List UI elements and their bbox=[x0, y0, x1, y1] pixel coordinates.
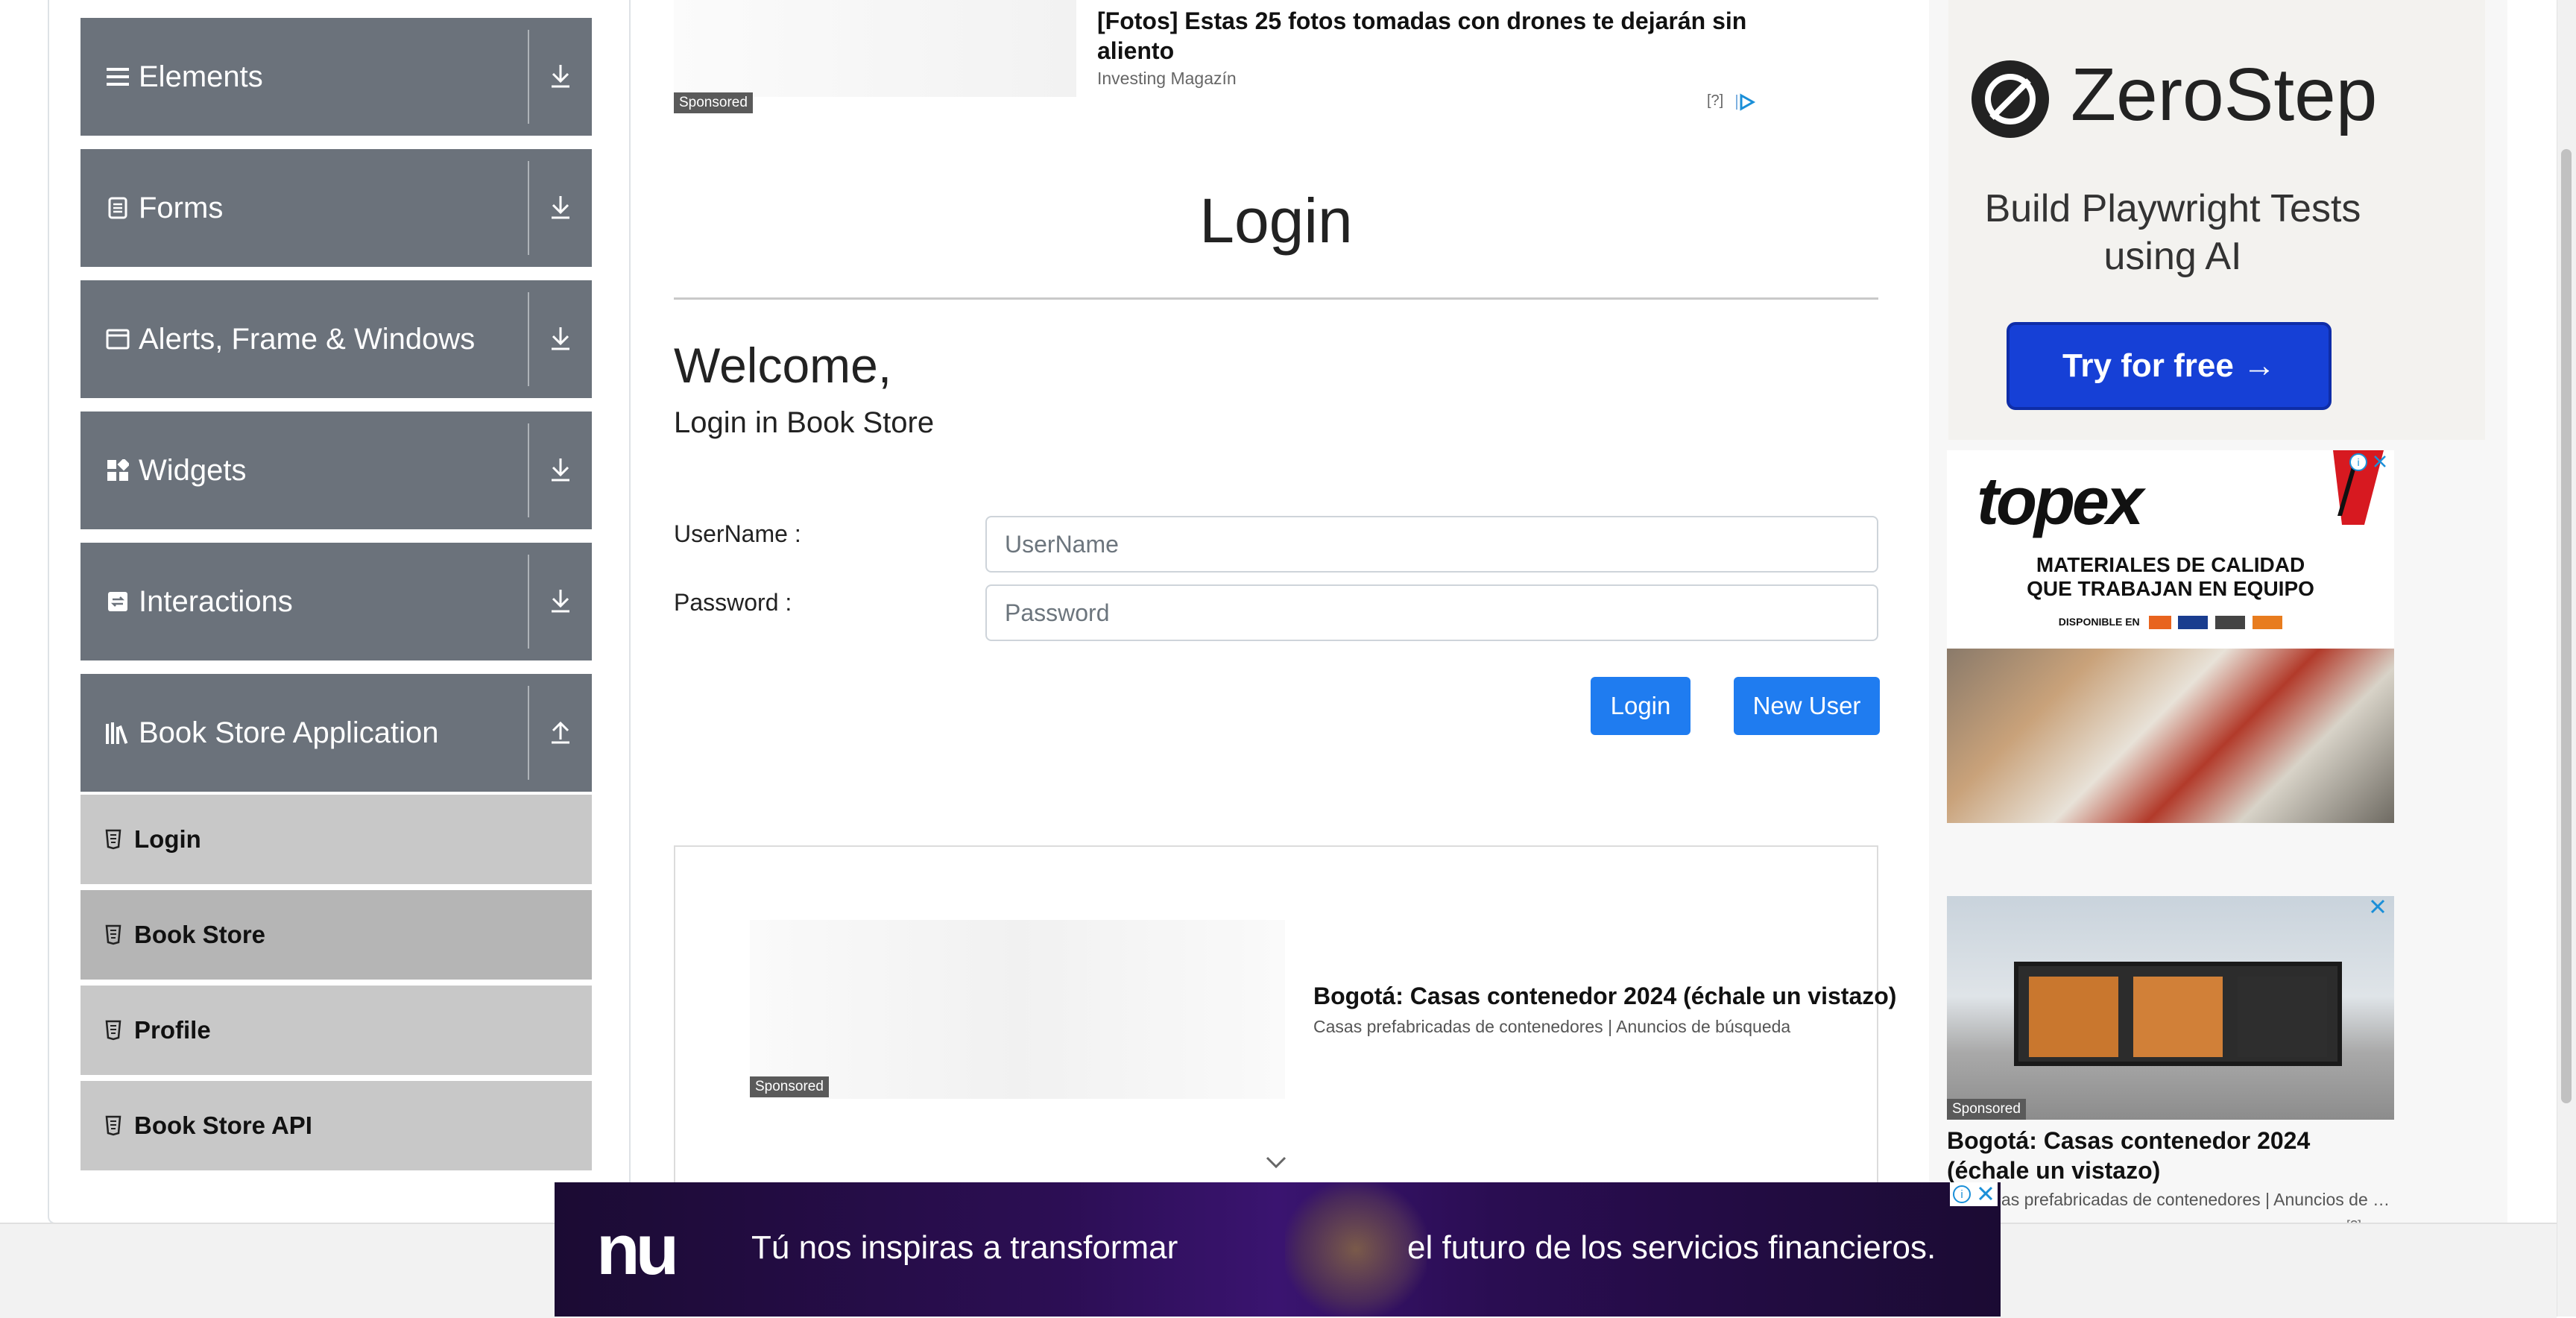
sidebar-item-label: Profile bbox=[134, 1016, 211, 1044]
login-button[interactable]: Login bbox=[1591, 677, 1690, 735]
divider bbox=[528, 686, 529, 780]
divider bbox=[528, 30, 529, 124]
topex-product-image bbox=[1947, 649, 2394, 823]
top-ad-title[interactable]: [Fotos] Estas 25 fotos tomadas con drone… bbox=[1097, 6, 1783, 66]
right-ad-title[interactable]: Bogotá: Casas contenedor 2024 (échale un… bbox=[1947, 1126, 2394, 1185]
divider bbox=[528, 423, 529, 517]
zerostep-name: ZeroStep bbox=[2071, 53, 2378, 136]
scrollbar-thumb[interactable] bbox=[2561, 149, 2572, 1103]
download-arrow-icon[interactable] bbox=[540, 318, 581, 359]
sidebar-group-alerts[interactable]: Alerts, Frame & Windows bbox=[80, 280, 592, 398]
top-ad-source: Investing Magazín bbox=[1097, 69, 1237, 88]
divider bbox=[528, 161, 529, 255]
ad-info-icon[interactable]: i bbox=[2348, 452, 2390, 476]
html5-icon bbox=[103, 923, 124, 947]
sidebar-item-login[interactable]: Login bbox=[80, 795, 592, 887]
adchoices-icon[interactable] bbox=[1734, 92, 1756, 116]
password-label: Password : bbox=[674, 589, 792, 616]
sidebar-group-elements[interactable]: Elements bbox=[80, 18, 592, 136]
sidebar-group-widgets[interactable]: Widgets bbox=[80, 412, 592, 529]
sidebar-item-profile[interactable]: Profile bbox=[80, 986, 592, 1078]
new-user-button[interactable]: New User bbox=[1734, 677, 1880, 735]
sponsored-badge: Sponsored bbox=[674, 92, 753, 113]
topex-line-3: DISPONIBLE EN bbox=[1947, 616, 2394, 630]
sidebar-item-label: Login bbox=[134, 825, 201, 853]
sidebar-group-label: Widgets bbox=[139, 453, 247, 487]
username-label: UserName : bbox=[674, 520, 801, 547]
svg-text:i: i bbox=[2357, 456, 2359, 468]
banner-text-left: Tú nos inspiras a transformar bbox=[751, 1229, 1178, 1266]
download-arrow-icon[interactable] bbox=[540, 580, 581, 622]
close-icon[interactable] bbox=[2369, 898, 2387, 919]
html5-icon bbox=[103, 827, 124, 851]
download-arrow-icon[interactable] bbox=[540, 55, 581, 97]
divider bbox=[528, 292, 529, 386]
login-subtitle: Login in Book Store bbox=[674, 406, 935, 439]
mid-ad-source: Casas prefabricadas de contenedores | An… bbox=[1313, 1017, 1791, 1036]
mid-ad-image[interactable] bbox=[750, 920, 1285, 1099]
container-house-image[interactable] bbox=[1947, 896, 2394, 1120]
nu-banner-ad[interactable]: nu Tú nos inspiras a transformar el futu… bbox=[555, 1182, 2001, 1317]
hamburger-icon bbox=[104, 63, 131, 90]
sidebar-group-interactions[interactable]: Interactions bbox=[80, 543, 592, 660]
zerostep-tagline: Build Playwright Tests using AI bbox=[1984, 187, 2361, 278]
sidebar-item-book-store-api[interactable]: Book Store API bbox=[80, 1081, 592, 1173]
sidebar-group-label: Elements bbox=[139, 60, 263, 93]
password-input[interactable] bbox=[985, 584, 1878, 641]
sidebar-group-label: Alerts, Frame & Windows bbox=[139, 322, 476, 356]
topex-line-2: QUE TRABAJAN EN EQUIPO bbox=[2027, 577, 2314, 600]
ad-info-label[interactable]: [?] bbox=[1707, 92, 1723, 110]
mid-ad-title[interactable]: Bogotá: Casas contenedor 2024 (échale un… bbox=[1313, 983, 1896, 1010]
widgets-icon bbox=[104, 457, 131, 484]
sidebar-group-label: Book Store Application bbox=[139, 716, 439, 749]
zerostep-logo-icon bbox=[1969, 58, 2051, 144]
sidebar-group-forms[interactable]: Forms bbox=[80, 149, 592, 267]
html5-icon bbox=[103, 1114, 124, 1138]
download-arrow-icon[interactable] bbox=[540, 449, 581, 491]
sidebar-item-label: Book Store API bbox=[134, 1112, 312, 1139]
welcome-heading: Welcome, bbox=[674, 338, 892, 393]
sponsored-badge: Sponsored bbox=[1947, 1099, 2026, 1120]
interactions-icon bbox=[104, 588, 131, 615]
upload-arrow-icon[interactable] bbox=[540, 711, 581, 753]
ad-close-icon[interactable]: i bbox=[1950, 1182, 1998, 1210]
html5-icon bbox=[103, 1018, 124, 1042]
person-photo bbox=[1285, 1182, 1427, 1317]
top-ad-image[interactable] bbox=[674, 0, 1076, 97]
divider bbox=[674, 297, 1878, 300]
download-arrow-icon[interactable] bbox=[540, 186, 581, 228]
books-icon bbox=[104, 719, 131, 746]
topex-logo: topex bbox=[1977, 464, 2144, 539]
sidebar-group-label: Interactions bbox=[139, 584, 293, 618]
sponsored-badge: Sponsored bbox=[750, 1076, 829, 1097]
sidebar-item-label: Book Store bbox=[134, 921, 266, 948]
divider bbox=[528, 555, 529, 649]
sidebar-item-book-store[interactable]: Book Store bbox=[80, 890, 592, 983]
topex-line-1: MATERIALES DE CALIDAD bbox=[2036, 553, 2305, 576]
nu-logo: nu bbox=[596, 1210, 679, 1290]
sidebar-group-label: Forms bbox=[139, 191, 224, 224]
chevron-down-icon[interactable] bbox=[1264, 1154, 1288, 1174]
page-title: Login bbox=[1199, 186, 1353, 256]
document-icon bbox=[104, 195, 131, 221]
window-icon bbox=[104, 326, 131, 353]
right-ad-source: Casas prefabricadas de contenedores | An… bbox=[1971, 1190, 2396, 1209]
try-for-free-button[interactable]: Try for free → bbox=[2007, 322, 2332, 410]
username-input[interactable] bbox=[985, 516, 1878, 573]
banner-text-right: el futuro de los servicios financieros. bbox=[1407, 1229, 1936, 1266]
svg-text:i: i bbox=[1960, 1188, 1963, 1201]
sidebar-group-book-store-application[interactable]: Book Store Application bbox=[80, 674, 592, 792]
